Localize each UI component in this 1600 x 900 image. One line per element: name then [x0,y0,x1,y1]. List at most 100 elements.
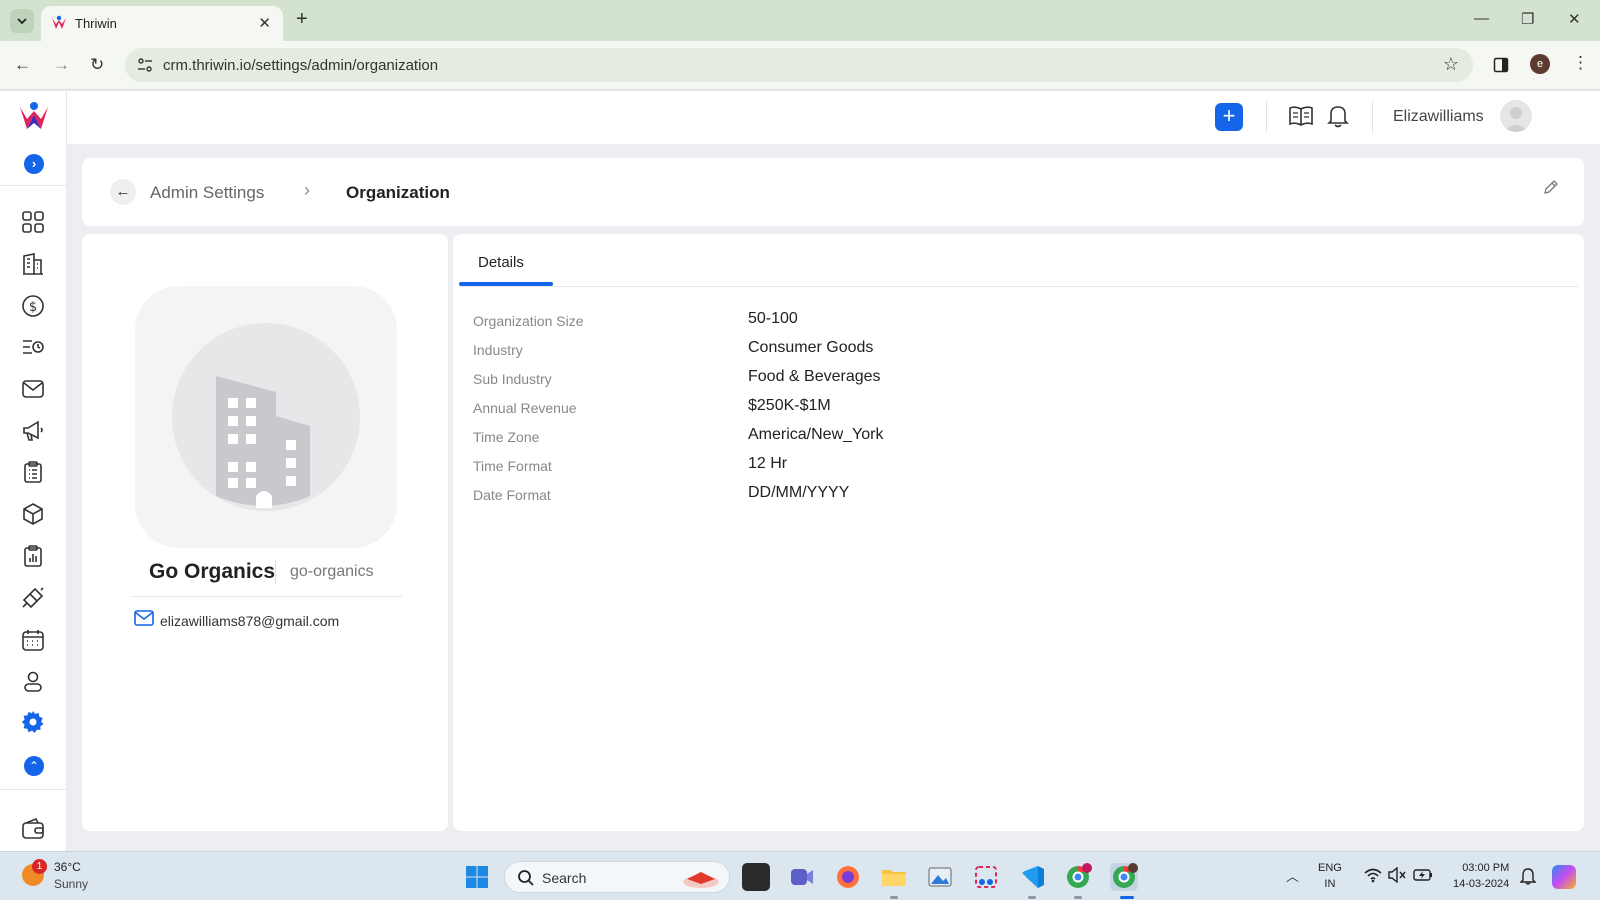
chrome-profile-v-icon[interactable] [1064,863,1092,891]
chrome-profile-e-icon[interactable] [1110,863,1138,891]
breadcrumb-admin-settings[interactable]: Admin Settings [150,183,264,203]
task-view-icon[interactable] [742,863,770,891]
side-panel-icon[interactable] [1493,57,1509,73]
sidebar-item-products[interactable] [21,502,45,526]
notifications-icon[interactable] [1520,867,1536,885]
language-code: ENG [1318,862,1342,874]
running-indicator [1028,896,1036,899]
sidebar-item-dashboard[interactable] [21,210,45,234]
browser-menu-icon[interactable]: ⋮ [1572,53,1589,73]
taskbar-search[interactable]: Search [504,861,730,893]
thriwin-logo-icon[interactable] [18,101,50,133]
app-sidebar: › $ ⌃ [0,91,67,851]
detail-row-annual-revenue: Annual Revenue $250K-$1M [473,397,1373,419]
detail-row-industry: Industry Consumer Goods [473,339,1373,361]
detail-value: America/New_York [748,426,884,443]
integrations-icon [22,587,44,609]
knowledge-book-icon[interactable] [1288,104,1314,128]
contacts-icon [24,671,42,692]
logo-placeholder [172,323,360,511]
email-icon [22,380,44,398]
battery-charging-icon[interactable] [1413,867,1433,883]
copilot-icon[interactable] [1552,865,1576,889]
url-omnibox[interactable]: crm.thriwin.io/settings/admin/organizati… [125,48,1473,82]
svg-text:$: $ [29,300,37,315]
photos-app-icon[interactable] [926,863,954,891]
products-icon [23,503,43,525]
forward-icon[interactable]: → [53,55,70,75]
browser-tab-active[interactable]: Thriwin ✕ [41,6,283,41]
new-tab-button[interactable]: + [296,8,308,31]
browser-profile-avatar[interactable]: e [1530,54,1550,74]
weather-temperature[interactable]: 36°C [54,860,81,874]
user-avatar[interactable] [1500,100,1532,132]
tab-details[interactable]: Details [478,254,524,271]
sidebar-item-integrations[interactable] [21,586,45,610]
sidebar-divider [0,789,67,790]
detail-label: Time Zone [473,429,540,445]
detail-row-time-zone: Time Zone America/New_York [473,426,1373,448]
vscode-icon[interactable] [1018,863,1046,891]
restore-window-icon[interactable]: ❐ [1521,10,1534,28]
volume-muted-icon[interactable] [1388,867,1406,883]
sidebar-item-campaigns[interactable] [21,419,45,443]
show-hidden-icons[interactable]: ︿ [1286,866,1299,885]
windows-start-icon[interactable] [465,865,489,889]
sidebar-item-activities[interactable] [21,335,45,359]
back-icon[interactable]: ← [14,55,31,75]
firefox-icon[interactable] [834,863,862,891]
tab-divider [459,286,1578,287]
tab-search-dropdown[interactable] [10,9,34,33]
sidebar-item-email[interactable] [21,377,45,401]
header-divider [1266,101,1267,133]
language-indicator[interactable]: ENG IN [1318,860,1342,892]
activities-icon [23,340,44,354]
expand-sidebar-button[interactable]: › [24,154,44,174]
organization-logo[interactable] [135,286,397,548]
back-button[interactable]: ← [110,179,136,205]
browser-address-bar: ← → ↻ crm.thriwin.io/settings/admin/orga… [0,41,1600,90]
bookmark-star-icon[interactable]: ☆ [1443,54,1459,75]
region-code: IN [1324,878,1336,890]
wallet-icon [22,817,44,839]
sidebar-item-tasks[interactable] [21,460,45,484]
detail-row-sub-industry: Sub Industry Food & Beverages [473,368,1373,390]
sidebar-item-wallet[interactable] [21,817,45,841]
quick-create-button[interactable]: + [1215,103,1243,131]
sidebar-item-reports[interactable] [21,544,45,568]
calendar-icon [22,630,44,651]
clock-time: 03:00 PM [1462,862,1510,874]
default-avatar-icon [1504,107,1528,132]
user-name[interactable]: Elizawilliams [1393,108,1484,126]
snipping-tool-icon[interactable] [972,863,1000,891]
reload-icon[interactable]: ↻ [90,55,104,75]
organization-email[interactable]: elizawilliams878@gmail.com [160,613,339,629]
organization-slug: go-organics [290,563,374,580]
tab-title: Thriwin [75,16,117,31]
deals-icon: $ [22,295,44,317]
clock-date: 14-03-2024 [1453,878,1510,890]
sidebar-item-companies[interactable] [21,252,45,276]
firefox-logo-icon [837,866,859,888]
organization-profile-card: Go Organics go-organics elizawilliams878… [82,234,448,831]
sidebar-item-settings[interactable] [21,710,45,734]
detail-row-time-format: Time Format 12 Hr [473,455,1373,477]
weather-condition[interactable]: Sunny [54,877,88,891]
search-highlight-icon [683,872,719,888]
teams-meet-icon[interactable] [788,863,816,891]
site-settings-icon[interactable] [137,57,153,73]
minimize-window-icon[interactable]: — [1474,10,1489,27]
file-explorer-icon[interactable] [880,863,908,891]
close-window-icon[interactable]: ✕ [1568,10,1581,28]
chevron-down-icon [17,18,27,25]
sidebar-item-contacts[interactable] [21,669,45,693]
close-tab-icon[interactable]: ✕ [258,14,271,32]
system-clock[interactable]: 03:00 PM 14-03-2024 [1453,860,1509,892]
edit-pencil-icon[interactable] [1542,178,1560,196]
wifi-icon[interactable] [1364,867,1382,883]
sidebar-item-deals[interactable]: $ [21,294,45,318]
scissors-icon [975,866,997,888]
sidebar-item-calendar[interactable] [21,628,45,652]
notification-bell-icon[interactable] [1327,104,1349,128]
collapse-menu-button[interactable]: ⌃ [24,756,44,776]
